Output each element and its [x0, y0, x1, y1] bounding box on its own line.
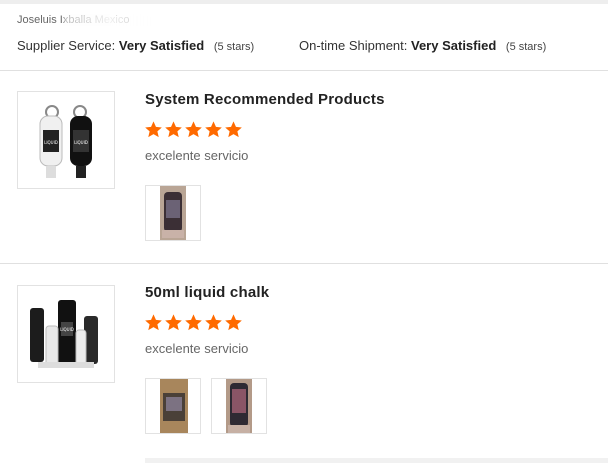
review-photo-image: [226, 379, 252, 433]
shipment-rating: On-time Shipment: Very Satisfied (5 star…: [299, 38, 546, 53]
supplier-service-value: Very Satisfied: [118, 38, 205, 53]
review-photo-image: [160, 186, 186, 240]
divider: [0, 263, 608, 264]
shipment-label: On-time Shipment:: [299, 38, 408, 53]
product-thumbnail[interactable]: LIQUID: [17, 285, 115, 383]
review-stars: [144, 313, 243, 332]
shipment-stars: (5 stars): [505, 41, 547, 53]
product-title[interactable]: System Recommended Products: [145, 91, 385, 108]
chalk-bottles-image: LIQUID LIQUID: [18, 92, 114, 188]
shipment-value: Very Satisfied: [411, 38, 497, 53]
top-strip: [0, 0, 608, 4]
svg-text:LIQUID: LIQUID: [44, 140, 58, 145]
star-icon: [145, 121, 162, 138]
supplier-service-label: Supplier Service:: [17, 38, 116, 53]
star-icon: [185, 314, 202, 331]
review-photo[interactable]: [145, 185, 201, 241]
review-photo-image: [160, 379, 188, 433]
review-comment: excelente servicio: [145, 148, 249, 163]
reviewer-name: Joseluis Ixballa Mexico: [17, 14, 157, 26]
chalk-bottles-image: LIQUID: [18, 286, 114, 382]
review-stars: [144, 120, 243, 139]
star-icon: [185, 121, 202, 138]
divider: [0, 70, 608, 71]
supplier-service-stars: (5 stars): [213, 41, 255, 53]
svg-text:LIQUID: LIQUID: [74, 140, 88, 145]
star-icon: [225, 121, 242, 138]
star-icon: [205, 121, 222, 138]
product-title[interactable]: 50ml liquid chalk: [145, 284, 269, 301]
supplier-service-rating: Supplier Service: Very Satisfied (5 star…: [17, 38, 254, 53]
star-icon: [165, 314, 182, 331]
star-icon: [165, 121, 182, 138]
review-photo[interactable]: [145, 378, 201, 434]
bottom-bar: [145, 458, 608, 463]
star-icon: [225, 314, 242, 331]
review-photo[interactable]: [211, 378, 267, 434]
product-thumbnail[interactable]: LIQUID LIQUID: [17, 91, 115, 189]
svg-text:LIQUID: LIQUID: [60, 327, 74, 332]
review-comment: excelente servicio: [145, 341, 249, 356]
star-icon: [205, 314, 222, 331]
star-icon: [145, 314, 162, 331]
name-blur-mask: [64, 14, 154, 26]
